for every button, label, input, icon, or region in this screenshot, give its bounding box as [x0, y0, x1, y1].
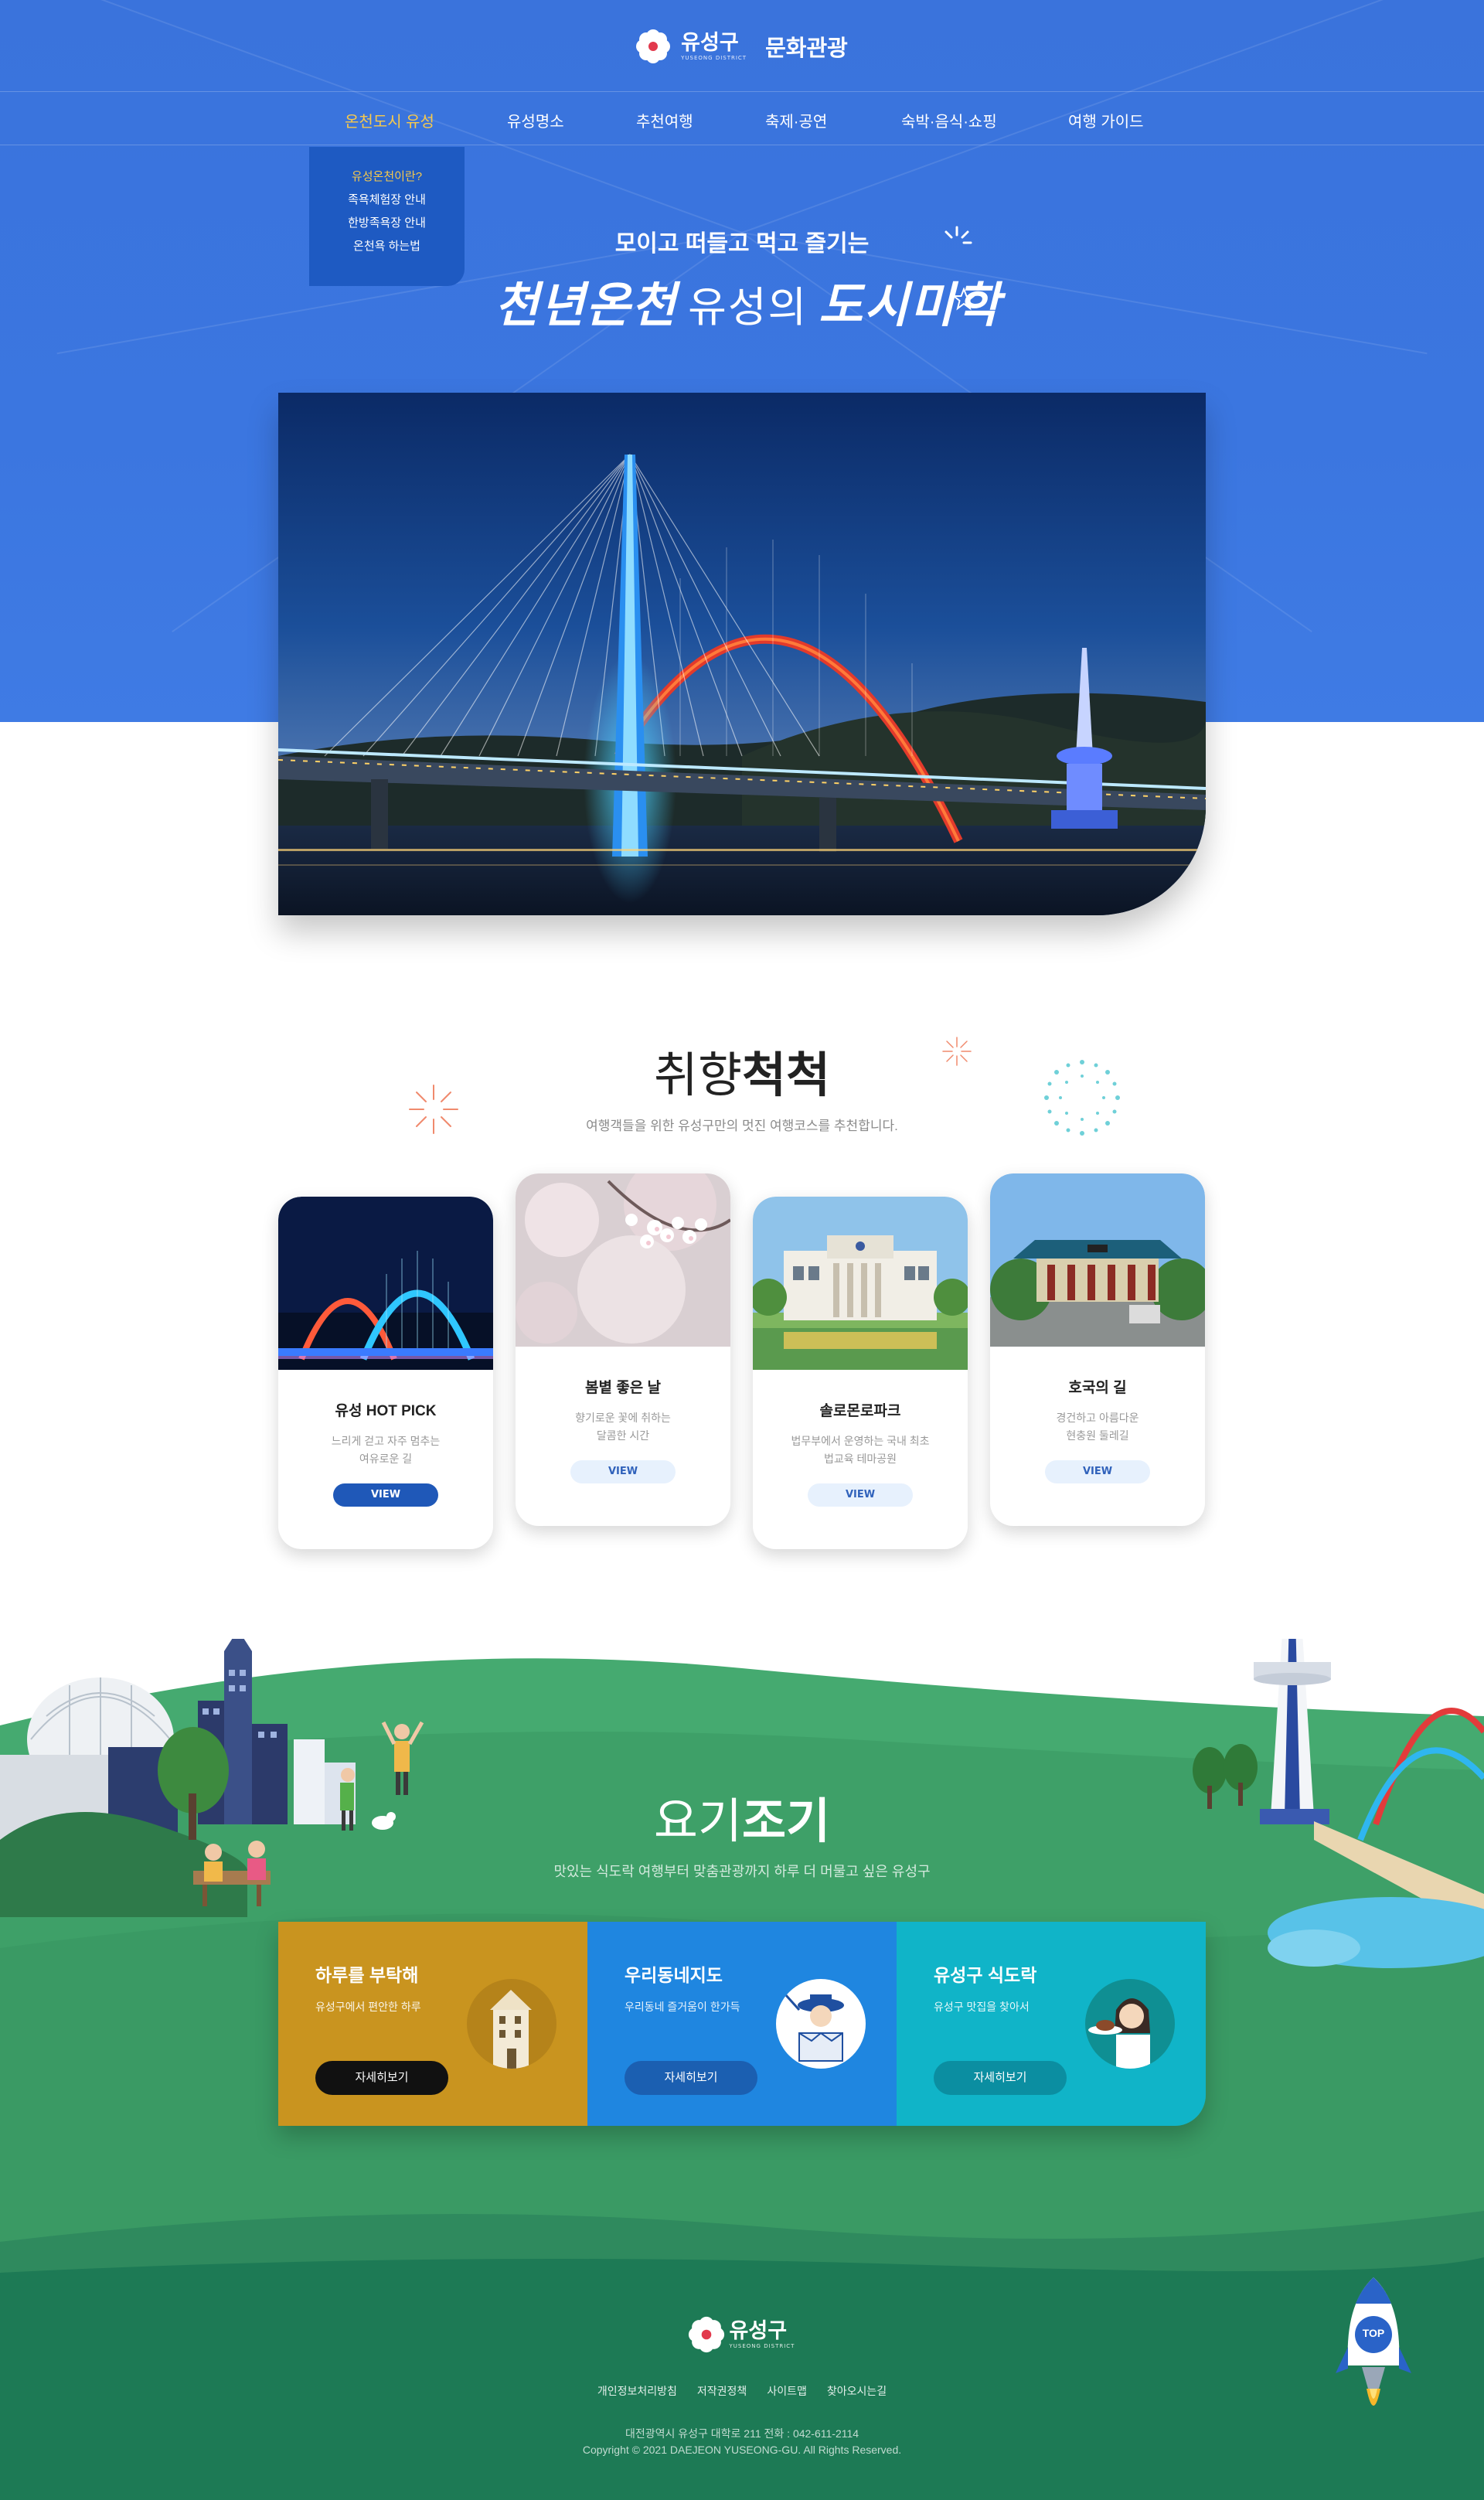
nav-item-travel-guide[interactable]: 여행 가이드: [1068, 109, 1144, 131]
slogan-left: 천년온천: [495, 277, 678, 333]
view-button[interactable]: VIEW: [570, 1460, 676, 1483]
expo-bridge-night-photo-icon: [278, 393, 1206, 915]
card-title: 호국의 길: [1068, 1380, 1127, 1396]
law-park-building-photo-icon: [753, 1197, 968, 1370]
star-icon: [952, 288, 975, 311]
feature-panels: 하루를 부탁해 유성구에서 편안한 하루 자세히보기 우리동네지도 우리동네 즐…: [278, 1922, 1206, 2126]
footer-links: 개인정보처리방침 저작권정책 사이트맵 찾아오시는길: [0, 2383, 1484, 2399]
submenu-item-how-to-bathe[interactable]: 온천욕 하는법: [309, 235, 465, 258]
brand-name: 유성구: [681, 30, 739, 54]
yogi-section-title: 요기조기: [0, 1782, 1484, 1851]
rocket-icon: [1336, 2277, 1411, 2406]
course-card[interactable]: 유성 HOT PICK 느리게 걷고 자주 멈추는 여유로운 길 VIEW: [278, 1197, 493, 1549]
panel-title: 우리동네지도: [625, 1965, 723, 1985]
submenu-item-footbath[interactable]: 족욕체험장 안내: [309, 189, 465, 212]
footer-link-directions[interactable]: 찾아오시는길: [827, 2383, 887, 2399]
top-label: TOP: [1362, 2327, 1385, 2339]
feature-panel-map[interactable]: 우리동네지도 우리동네 즐거움이 한가득 자세히보기: [587, 1922, 897, 2126]
view-button[interactable]: VIEW: [1045, 1460, 1150, 1483]
slogan-top-line: 모이고 떠들고 먹고 즐기는: [614, 231, 870, 257]
footer-link-copyright[interactable]: 저작권정책: [697, 2383, 747, 2399]
hero-slogan: 모이고 떠들고 먹고 즐기는 천년온천 유성의 도시미학: [495, 224, 999, 335]
card-desc: 향기로운 꽃에 취하는 달콤한 시간: [575, 1412, 671, 1442]
yogi-section-desc: 맛있는 식도락 여행부터 맞춤관광까지 하루 더 머물고 싶은 유성구: [553, 1864, 931, 1879]
feature-panel-food[interactable]: 유성구 식도락 유성구 맛집을 찾아서 자세히보기: [897, 1922, 1206, 2126]
panel-title: 유성구 식도락: [934, 1965, 1037, 1985]
site-logo[interactable]: 유성구 YUSEONG DISTRICT 문화관광: [0, 25, 1484, 68]
footer-copyright: Copyright © 2021 DAEJEON YUSEONG-GU. All…: [582, 2444, 902, 2456]
course-card[interactable]: 솔로몬로파크 법무부에서 운영하는 국내 최초 법교육 테마공원 VIEW: [753, 1197, 968, 1549]
slogan-mid: 유성의: [688, 284, 808, 331]
taste-section-title: 취향척척: [0, 1036, 1484, 1105]
hero-photo: [278, 393, 1206, 915]
view-button[interactable]: VIEW: [333, 1483, 438, 1507]
bridge-night-photo-icon: [278, 1197, 493, 1370]
nav-item-festivals[interactable]: 축제·공연: [765, 109, 827, 131]
footer-link-privacy[interactable]: 개인정보처리방침: [597, 2383, 677, 2399]
submenu-item-herbal-footbath[interactable]: 한방족욕장 안내: [309, 212, 465, 235]
slogan-main-line: 천년온천 유성의 도시미학: [495, 266, 999, 335]
panel-title: 하루를 부탁해: [315, 1965, 419, 1985]
card-desc: 느리게 걷고 자주 멈추는 여유로운 길: [331, 1435, 441, 1465]
footer-address: 대전광역시 유성구 대학로 211 전화 : 042-611-2114: [625, 2427, 859, 2440]
detail-button[interactable]: 자세히보기: [934, 2061, 1067, 2095]
nav-item-attractions[interactable]: 유성명소: [507, 109, 564, 131]
card-desc: 경건하고 아름다운 현충원 둘레길: [1056, 1412, 1139, 1442]
scroll-to-top-button[interactable]: TOP: [1331, 2273, 1416, 2427]
brand-subtitle: YUSEONG DISTRICT: [681, 54, 747, 61]
main-nav: 온천도시 유성 유성명소 추천여행 축제·공연 숙박·음식·쇼핑 여행 가이드: [0, 91, 1484, 145]
nav-submenu: 유성온천이란? 족욕체험장 안내 한방족욕장 안내 온천욕 하는법: [309, 147, 465, 286]
footer-logo[interactable]: 유성구 YUSEONG DISTRICT: [0, 2316, 1484, 2353]
flower-logo-icon: [688, 2316, 724, 2353]
card-desc: 법무부에서 운영하는 국내 최초 법교육 테마공원: [791, 1435, 930, 1465]
yogi-title-light: 요기: [653, 1795, 742, 1848]
view-button[interactable]: VIEW: [808, 1483, 913, 1507]
card-title: 유성 HOT PICK: [335, 1403, 437, 1419]
detail-button[interactable]: 자세히보기: [625, 2061, 757, 2095]
flower-logo-icon: [636, 29, 671, 63]
submenu-item-about-spa[interactable]: 유성온천이란?: [309, 165, 465, 189]
card-title: 봄볕 좋은 날: [585, 1380, 661, 1396]
taste-title-bold: 척척: [742, 1049, 831, 1102]
hotel-building-icon: [467, 1979, 556, 2069]
taste-section-desc: 여행객들을 위한 유성구만의 멋진 여행코스를 추천합니다.: [586, 1119, 898, 1133]
sparkle-icon: [945, 226, 972, 244]
footer-link-sitemap[interactable]: 사이트맵: [767, 2383, 807, 2399]
course-card[interactable]: 봄볕 좋은 날 향기로운 꽃에 취하는 달콤한 시간 VIEW: [516, 1173, 730, 1526]
explorer-map-icon: [776, 1979, 866, 2069]
cherry-blossom-photo-icon: [516, 1173, 730, 1347]
card-title: 솔로몬로파크: [819, 1403, 901, 1419]
nav-item-spa-city[interactable]: 온천도시 유성: [345, 109, 434, 131]
chef-dish-icon: [1085, 1979, 1175, 2069]
detail-button[interactable]: 자세히보기: [315, 2061, 448, 2095]
yogi-title-bold: 조기: [742, 1795, 831, 1848]
footer-brand-name: 유성구: [729, 2318, 788, 2342]
service-name: 문화관광: [765, 36, 848, 61]
taste-title-light: 취향: [653, 1049, 742, 1102]
feature-panel-stay[interactable]: 하루를 부탁해 유성구에서 편안한 하루 자세히보기: [278, 1922, 587, 2126]
memorial-hall-photo-icon: [990, 1173, 1205, 1347]
footer-brand-subtitle: YUSEONG DISTRICT: [729, 2342, 795, 2349]
course-card[interactable]: 호국의 길 경건하고 아름다운 현충원 둘레길 VIEW: [990, 1173, 1205, 1526]
nav-item-recommended[interactable]: 추천여행: [636, 109, 693, 131]
nav-item-stay-food-shopping[interactable]: 숙박·음식·쇼핑: [901, 109, 997, 131]
